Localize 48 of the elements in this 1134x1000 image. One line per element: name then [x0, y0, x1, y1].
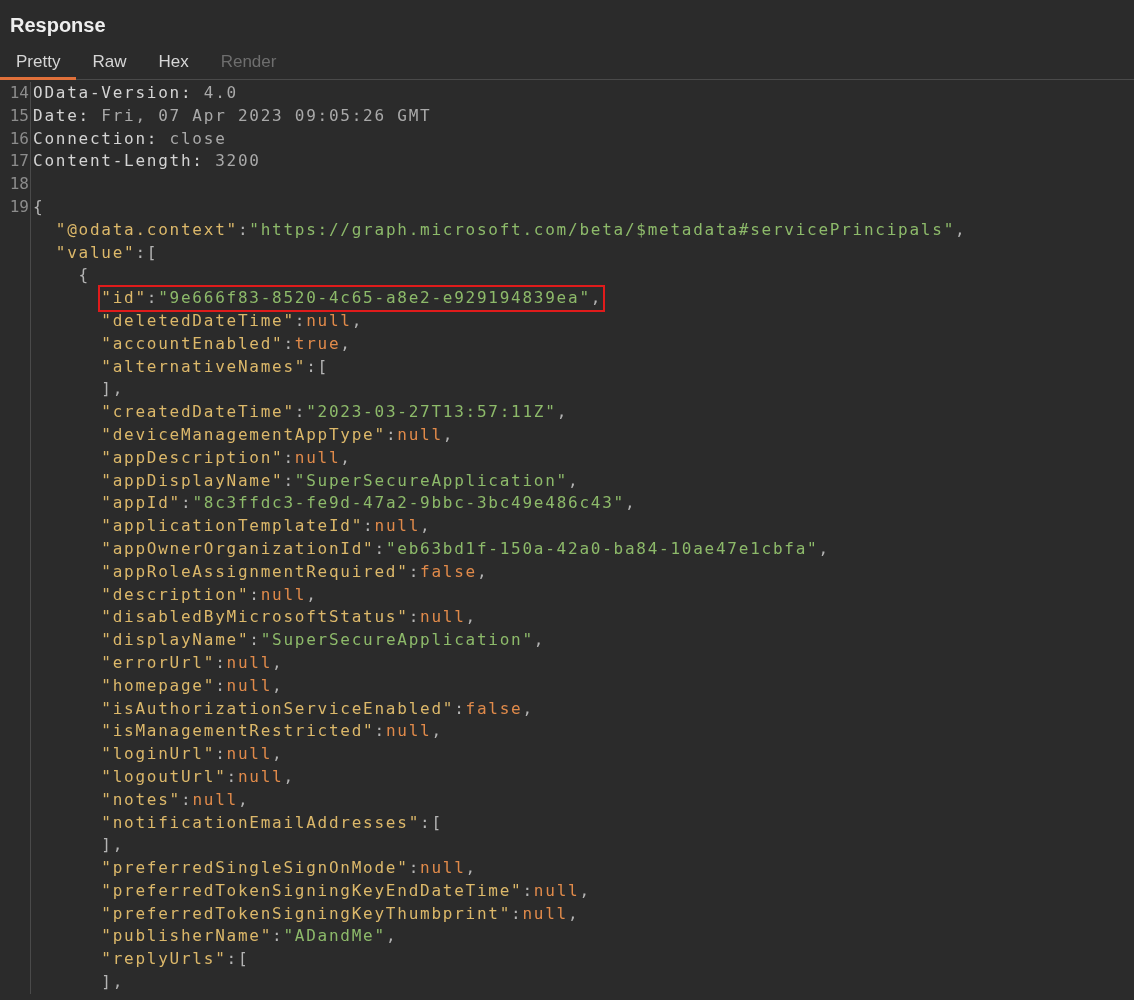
- code-line: "errorUrl":null,: [100, 651, 285, 674]
- code-line: "appDescription":null,: [100, 446, 353, 469]
- line-number: 18: [9, 173, 29, 196]
- code-line: Date: Fri, 07 Apr 2023 09:05:26 GMT: [32, 104, 433, 127]
- tab[interactable]: Hex: [142, 47, 205, 80]
- code-line: "appOwnerOrganizationId":"eb63bd1f-150a-42a0-ba84-10ae47e1cbfa",: [100, 537, 831, 560]
- tab[interactable]: Pretty: [0, 47, 77, 80]
- line-number: 17: [9, 150, 29, 173]
- line-number: 14: [9, 82, 29, 104]
- line-number: 15: [9, 104, 29, 127]
- code-line: ],: [100, 971, 126, 994]
- code-line: "isAuthorizationServiceEnabled":false,: [100, 697, 535, 720]
- code-line: "preferredTokenSigningKeyEndDateTime":null,: [100, 879, 592, 902]
- line-number: 19: [9, 196, 29, 218]
- code-line: {: [32, 196, 46, 218]
- code-line: ],: [100, 378, 126, 401]
- code-line: "appDisplayName":"SuperSecureApplication",: [100, 469, 581, 492]
- code-line: ],: [100, 834, 126, 857]
- code-line: "disabledByMicrosoftStatus":null,: [100, 606, 478, 629]
- code-line: "appRoleAssignmentRequired":false,: [100, 560, 490, 583]
- code-line: Connection: close: [32, 127, 228, 150]
- code-line: "deviceManagementAppType":null,: [100, 423, 456, 446]
- code-line: "alternativeNames":[: [100, 355, 330, 378]
- code-line: "applicationTemplateId":null,: [100, 515, 433, 538]
- code-line: {: [77, 264, 91, 287]
- code-line: "preferredSingleSignOnMode":null,: [100, 857, 478, 880]
- tab[interactable]: Raw: [76, 47, 143, 80]
- code-line: "isManagementRestricted":null,: [100, 720, 444, 743]
- code-line: "displayName":"SuperSecureApplication",: [100, 629, 547, 652]
- code-line: "loginUrl":null,: [100, 743, 285, 766]
- code-line: "description":null,: [100, 583, 319, 606]
- code-line: "value":[: [54, 241, 160, 264]
- code-line: "replyUrls":[: [100, 948, 251, 971]
- code-line: "createdDateTime":"2023-03-27T13:57:11Z",: [100, 401, 569, 424]
- code-line: OData-Version: 4.0: [32, 82, 239, 104]
- code-line: "preferredTokenSigningKeyThumbprint":null,: [100, 902, 581, 925]
- code-line: "notificationEmailAddresses":[: [100, 811, 444, 834]
- code-line: "deletedDateTime":null,: [100, 309, 365, 332]
- code-line: "publisherName":"ADandMe",: [100, 925, 399, 948]
- code-line: Content-Length: 3200: [32, 150, 262, 173]
- code-line: "accountEnabled":true,: [100, 332, 353, 355]
- code-line: "@odata.context":"https://graph.microsoft.com/beta/$metadata#servicePrincipals",: [54, 218, 968, 241]
- code-line: "homepage":null,: [100, 674, 285, 697]
- line-number: 16: [9, 127, 29, 150]
- panel-title: Response: [9, 13, 107, 38]
- code-line: "logoutUrl":null,: [100, 765, 296, 788]
- code-line: "notes":null,: [100, 788, 251, 811]
- code-line: "appId":"8c3ffdc3-fe9d-47a2-9bbc-3bc49e486c43",: [100, 492, 638, 515]
